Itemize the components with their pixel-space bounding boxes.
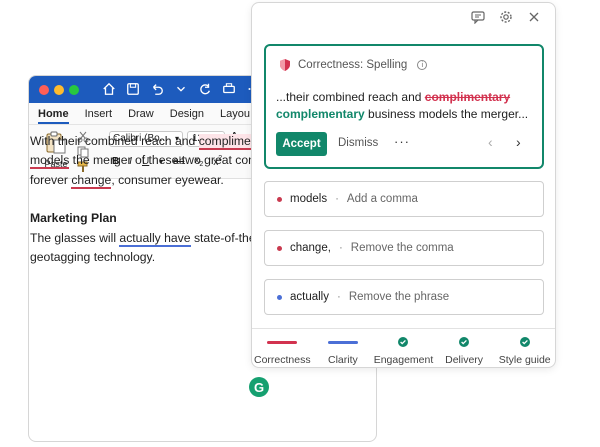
suggestion-card[interactable]: Correctness: Spelling i ...their combine…	[264, 44, 544, 169]
correctness-dot	[277, 196, 282, 202]
grammarly-panel: Correctness: Spelling i ...their combine…	[251, 2, 556, 368]
print-icon[interactable]	[221, 81, 237, 97]
save-icon[interactable]	[125, 81, 141, 97]
text-run: With their combined reach and	[30, 134, 199, 148]
accept-button[interactable]: Accept	[276, 132, 327, 156]
category-engagement[interactable]: Engagement	[373, 331, 433, 367]
category-label: Delivery	[445, 354, 484, 366]
screen: Home Insert Draw Design Layou Paste Cali…	[0, 0, 600, 447]
context-suffix: business models the merger...	[364, 107, 529, 121]
error-models[interactable]: models	[30, 153, 70, 170]
context-prefix: ...their combined reach and	[276, 90, 425, 104]
suggestion-text: Remove the comma	[350, 242, 454, 254]
suggestion-item-models[interactable]: models · Add a comma	[264, 181, 544, 217]
suggestion-text: Add a comma	[346, 193, 418, 205]
separator: ·	[338, 242, 343, 254]
chevron-down-icon[interactable]	[173, 81, 189, 97]
clarity-error-actually-have[interactable]: actually have	[119, 230, 191, 247]
check-icon	[519, 337, 530, 347]
divider	[252, 328, 555, 329]
tab-home[interactable]: Home	[38, 108, 69, 124]
grammarly-logo-letter: G	[253, 379, 265, 395]
chevron-right-icon[interactable]: ›	[516, 134, 521, 150]
close-icon[interactable]	[527, 10, 541, 24]
category-bar: Correctness Clarity Engagement Delivery …	[252, 331, 555, 367]
separator: ·	[337, 291, 341, 303]
suggestion-context: ...their combined reach and complimentar…	[276, 89, 534, 123]
original-word: complimentary	[424, 90, 511, 104]
dismiss-button[interactable]: Dismiss	[338, 137, 378, 149]
suggestion-word: models	[290, 193, 328, 205]
category-delivery[interactable]: Delivery	[434, 331, 494, 367]
panel-toolbar	[471, 10, 541, 24]
home-icon[interactable]	[101, 81, 117, 97]
category-style-guide[interactable]: Style guide	[495, 331, 555, 367]
check-icon	[398, 337, 409, 347]
error-change[interactable]: change	[71, 172, 112, 189]
minimize-window-button[interactable]	[54, 85, 64, 95]
grammarly-button[interactable]: G	[249, 377, 269, 397]
close-window-button[interactable]	[39, 85, 49, 95]
gear-icon[interactable]	[499, 10, 513, 24]
category-label: Engagement	[373, 354, 434, 366]
correctness-bar	[267, 341, 298, 344]
more-options-button[interactable]: ···	[394, 134, 410, 149]
tab-layout[interactable]: Layou	[220, 108, 250, 124]
text-run: , consumer eyewear.	[111, 172, 224, 187]
check-icon	[459, 337, 470, 347]
feedback-icon[interactable]	[471, 10, 485, 24]
chevron-left-icon[interactable]: ‹	[488, 134, 493, 150]
replacement-word[interactable]: complementary	[276, 107, 365, 121]
undo-icon[interactable]	[149, 81, 165, 97]
category-label: Clarity	[328, 354, 358, 366]
suggestion-item-change[interactable]: change, · Remove the comma	[264, 230, 544, 266]
text-run: The glasses will	[30, 230, 120, 245]
category-clarity[interactable]: Clarity	[313, 331, 373, 367]
suggestion-item-actually[interactable]: actually · Remove the phrase	[264, 279, 544, 315]
category-label: Correctness	[253, 354, 311, 366]
suggestion-category: Correctness: Spelling	[298, 59, 408, 71]
category-label: Style guide	[498, 354, 551, 366]
category-correctness[interactable]: Correctness	[252, 331, 312, 367]
correctness-dot	[277, 245, 282, 251]
shield-icon	[280, 59, 290, 71]
suggestion-word: actually	[290, 291, 329, 303]
maximize-window-button[interactable]	[69, 85, 79, 95]
tab-draw[interactable]: Draw	[128, 108, 154, 124]
redo-icon[interactable]	[197, 81, 213, 97]
suggestion-word: change,	[290, 242, 331, 254]
clarity-dot	[277, 294, 282, 300]
suggestion-text: Remove the phrase	[348, 291, 450, 303]
clarity-bar	[327, 341, 358, 344]
tab-insert[interactable]: Insert	[85, 108, 113, 124]
tab-design[interactable]: Design	[170, 108, 204, 124]
separator: ·	[335, 193, 339, 205]
info-icon[interactable]: i	[417, 60, 428, 70]
card-header: Correctness: Spelling i	[280, 59, 428, 71]
